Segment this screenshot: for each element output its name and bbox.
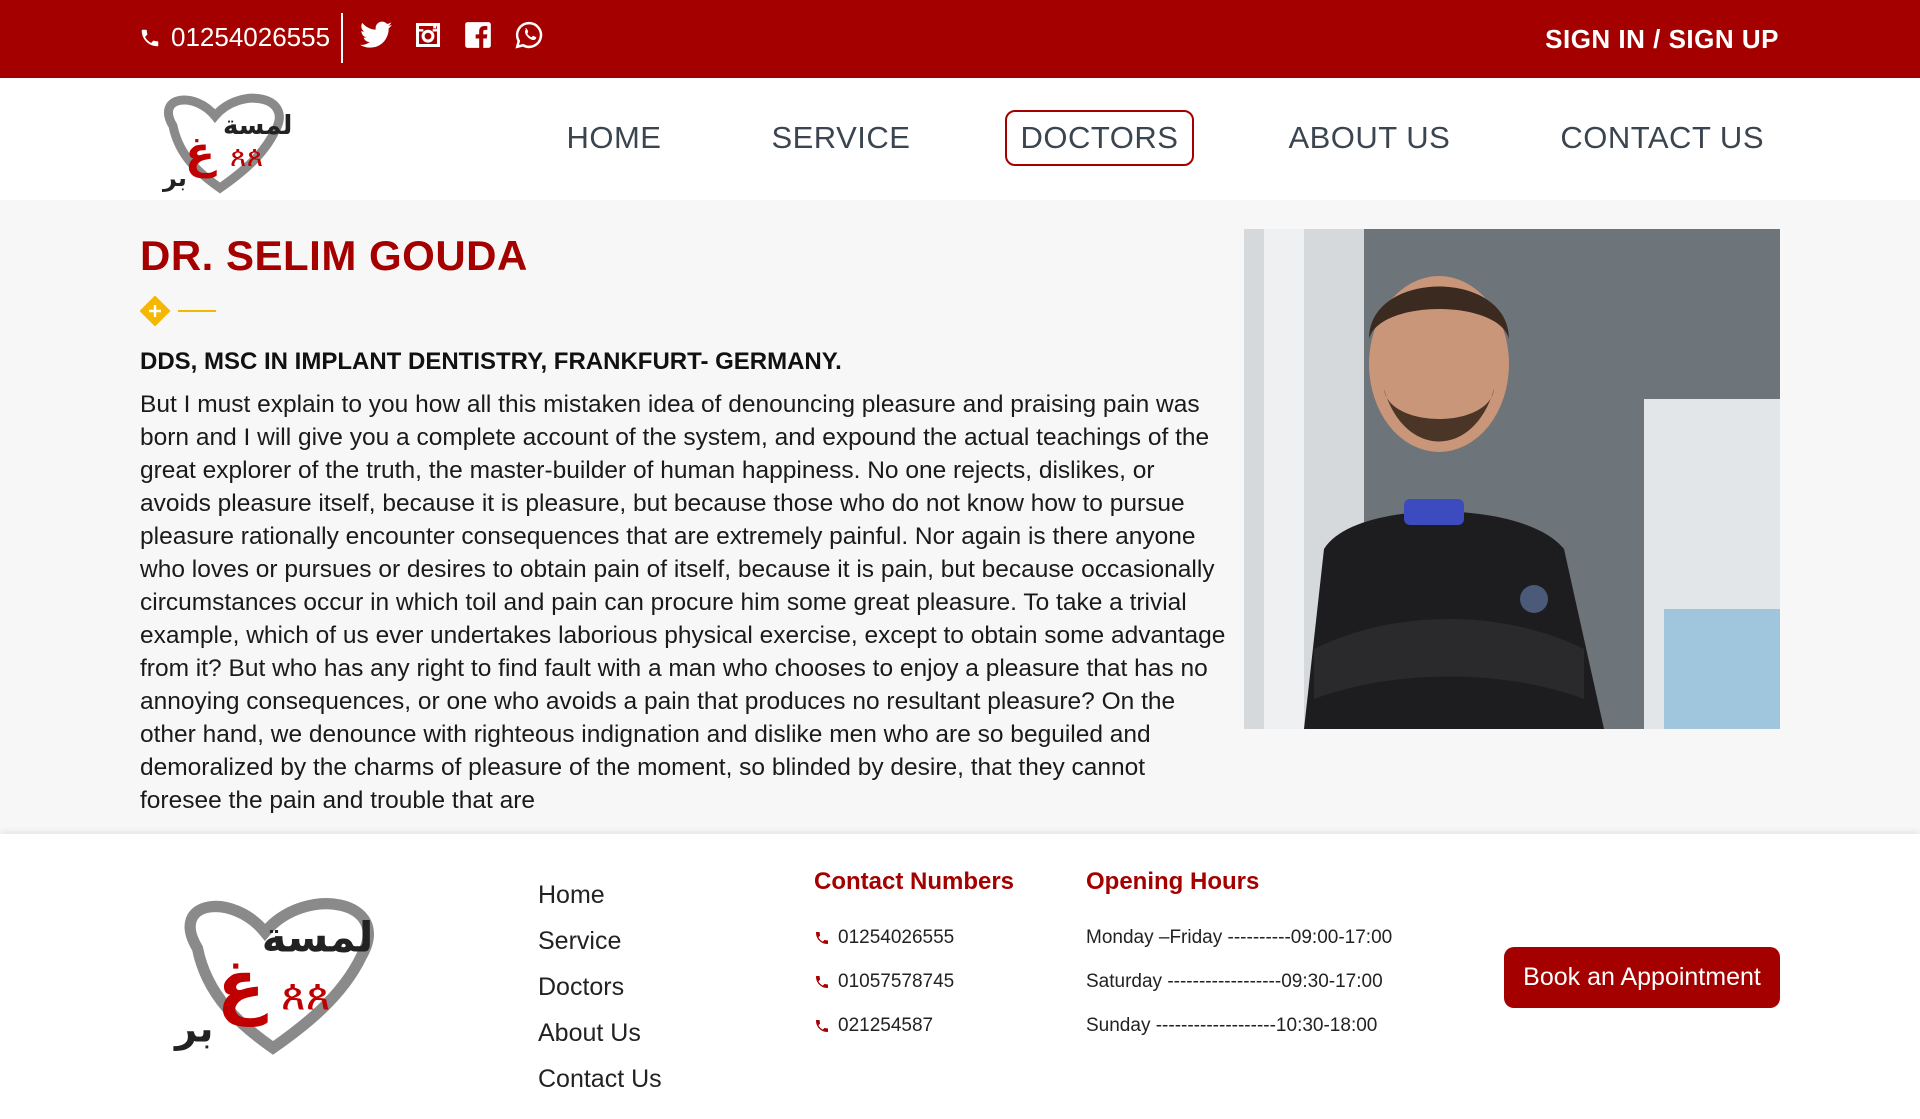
footer-logo[interactable]: لمسة غ بر ጰጰ xyxy=(148,884,398,1064)
contact-numbers-title: Contact Numbers xyxy=(814,868,1015,895)
site-logo[interactable]: لمسة غ بر ጰጰ xyxy=(145,86,295,198)
phone-icon xyxy=(816,932,828,944)
contact-number-item[interactable]: 021254587 xyxy=(814,1004,954,1048)
book-appointment-button[interactable]: Book an Appointment xyxy=(1504,947,1780,1008)
contact-number-item[interactable]: 01254026555 xyxy=(814,916,954,960)
top-phone-number: 01254026555 xyxy=(171,22,331,52)
doctor-qualification: DDS, MSC IN IMPLANT DENTISTRY, FRANKFURT… xyxy=(140,348,842,375)
opening-hours-list: Monday –Friday ----------09:00-17:00 Sat… xyxy=(1086,916,1392,1048)
phone-icon xyxy=(816,976,828,988)
footer-link-contact-us[interactable]: Contact Us xyxy=(538,1056,662,1102)
nav-home[interactable]: HOME xyxy=(550,110,677,166)
signin-signup-link[interactable]: SIGN IN / SIGN UP xyxy=(1545,24,1779,55)
contact-number-text: 01057578745 xyxy=(838,971,955,992)
svg-text:لمسة: لمسة xyxy=(262,913,374,962)
nav-doctors[interactable]: DOCTORS xyxy=(1004,110,1195,166)
svg-text:ጰጰ: ጰጰ xyxy=(281,970,331,1019)
top-bar: 01254026555 SIGN IN / SIGN UP xyxy=(0,0,1920,78)
hours-row-weekdays: Monday –Friday ----------09:00-17:00 xyxy=(1086,927,1393,948)
contact-number-text: 021254587 xyxy=(838,1015,934,1036)
footer-link-home[interactable]: Home xyxy=(538,872,662,918)
phone-icon xyxy=(816,1020,828,1032)
facebook-icon[interactable] xyxy=(464,21,492,49)
doctor-name: DR. SELIM GOUDA xyxy=(140,232,528,279)
svg-text:بر: بر xyxy=(173,1007,213,1052)
svg-text:ጰጰ: ጰጰ xyxy=(230,140,263,173)
nav-contact-us[interactable]: CONTACT US xyxy=(1544,110,1780,166)
twitter-icon[interactable] xyxy=(360,21,392,49)
footer-link-doctors[interactable]: Doctors xyxy=(538,964,662,1010)
contact-numbers-list: 01254026555 01057578745 021254587 xyxy=(814,916,954,1048)
main-header: لمسة غ بر ጰጰ HOME SERVICE DOCTORS ABOUT … xyxy=(0,78,1920,200)
svg-text:غ: غ xyxy=(217,943,268,1026)
main-nav: HOME SERVICE DOCTORS ABOUT US CONTACT US xyxy=(472,110,1780,166)
contact-number-text: 01254026555 xyxy=(838,927,955,948)
footer-link-service[interactable]: Service xyxy=(538,918,662,964)
footer-link-about-us[interactable]: About Us xyxy=(538,1010,662,1056)
whatsapp-icon[interactable] xyxy=(514,20,544,50)
phone-icon xyxy=(141,29,159,46)
title-ornament xyxy=(139,295,220,335)
nav-service[interactable]: SERVICE xyxy=(755,110,926,166)
svg-text:غ: غ xyxy=(185,128,217,179)
nav-about-us[interactable]: ABOUT US xyxy=(1272,110,1466,166)
svg-text:بر: بر xyxy=(162,164,187,192)
top-divider xyxy=(341,13,343,63)
diamond-plus-icon xyxy=(139,295,216,327)
doctor-bio: But I must explain to you how all this m… xyxy=(140,391,1226,814)
doctor-photo xyxy=(1244,229,1780,729)
footer-links: Home Service Doctors About Us Contact Us xyxy=(538,872,662,1102)
doctor-portrait-photo xyxy=(1244,229,1780,729)
svg-text:لمسة: لمسة xyxy=(223,111,292,141)
contact-number-item[interactable]: 01057578745 xyxy=(814,960,954,1004)
site-footer: لمسة غ بر ጰጰ Home Service Doctors About … xyxy=(0,834,1920,1119)
top-phone[interactable]: 01254026555 xyxy=(139,22,330,53)
heart-runners-logo: لمسة غ بر ጰጰ xyxy=(173,898,374,1055)
opening-hours-title: Opening Hours xyxy=(1086,868,1260,895)
doctor-profile: DR. SELIM GOUDA DDS, MSC IN IMPLANT DENT… xyxy=(0,200,1920,834)
instagram-icon[interactable] xyxy=(414,21,442,49)
heart-runners-logo: لمسة غ بر ጰጰ xyxy=(162,93,292,194)
hours-row-saturday: Saturday ------------------09:30-17:00 xyxy=(1086,971,1383,992)
social-links xyxy=(360,20,544,50)
hours-row-sunday: Sunday -------------------10:30-18:00 xyxy=(1086,1015,1378,1036)
